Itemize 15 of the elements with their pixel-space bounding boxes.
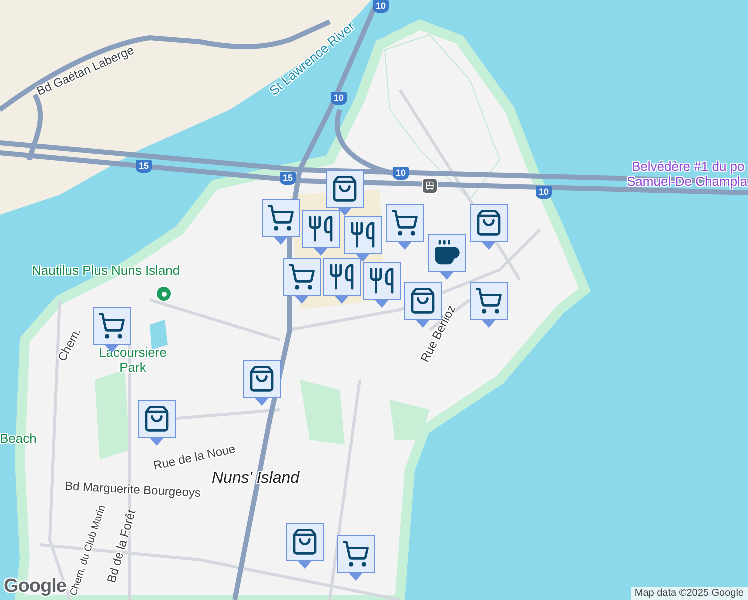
highway-shield: 10 <box>373 0 390 13</box>
poi-label: Beach <box>0 432 37 447</box>
map-attribution: Map data ©2025 Google <box>630 587 748 600</box>
poi-label: Nautilus Plus Nuns Island <box>32 264 180 279</box>
street-label: Bd Marguerite Bourgeoys <box>64 480 202 501</box>
highway-shield: 10 <box>536 186 552 199</box>
highway-shield: 10 <box>331 92 348 105</box>
poi-label: Samuel-De Champla <box>627 175 748 190</box>
place-label: Nuns' Island <box>212 470 300 488</box>
poi-label: Lacoursiere Park <box>98 346 168 376</box>
street-label: Rue de la Noue <box>152 442 237 473</box>
highway-shield: 15 <box>280 172 296 185</box>
highway-shield: 10 <box>393 167 410 180</box>
highway-shield: 15 <box>136 160 152 173</box>
poi-label: Belvédère #1 du po <box>632 160 745 175</box>
